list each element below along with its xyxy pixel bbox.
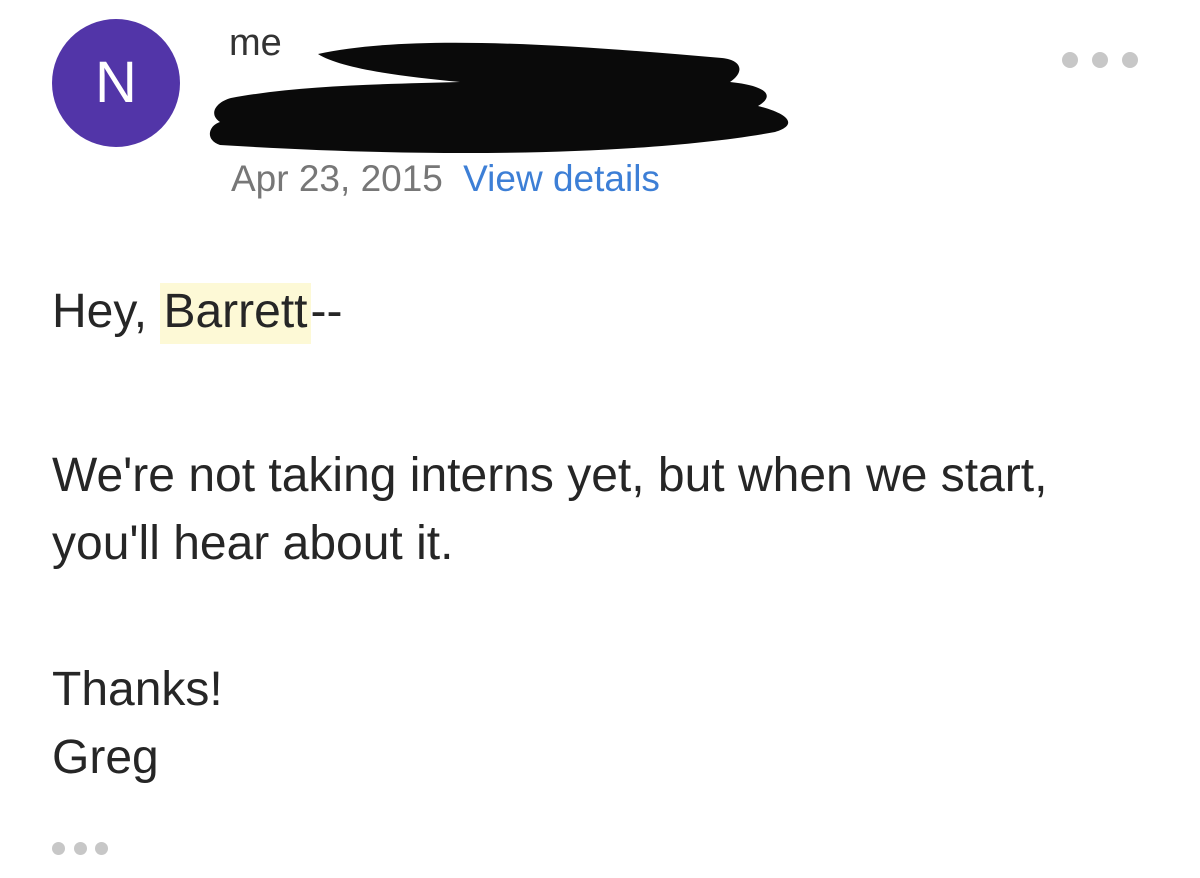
email-message-view: N me Apr 23, 2015 View details Hey, Barr…	[0, 0, 1200, 878]
message-closing: Thanks!	[52, 663, 223, 716]
more-dot-icon	[1062, 52, 1078, 68]
message-meta-row: Apr 23, 2015 View details	[231, 160, 660, 197]
message-body: Hey, Barrett-- We're not taking interns …	[52, 278, 1142, 792]
highlighted-recipient-name: Barrett	[160, 283, 311, 344]
ellipsis-dot-icon	[95, 841, 108, 855]
sender-avatar[interactable]: N	[52, 19, 180, 147]
message-signature: Greg	[52, 731, 159, 784]
message-date: Apr 23, 2015	[231, 158, 443, 199]
more-dot-icon	[1122, 52, 1138, 68]
greeting-prefix: Hey,	[52, 285, 161, 338]
view-details-link[interactable]: View details	[463, 158, 660, 199]
ellipsis-icon[interactable]	[52, 839, 108, 857]
more-dot-icon	[1092, 52, 1108, 68]
message-paragraph: We're not taking interns yet, but when w…	[52, 449, 1048, 570]
redacted-recipient-address	[209, 42, 789, 154]
ellipsis-dot-icon	[73, 841, 87, 855]
message-greeting: Hey, Barrett--	[52, 278, 1142, 346]
ellipsis-dot-icon	[52, 841, 65, 855]
more-horizontal-icon[interactable]	[1062, 48, 1138, 72]
greeting-suffix: --	[310, 285, 343, 338]
